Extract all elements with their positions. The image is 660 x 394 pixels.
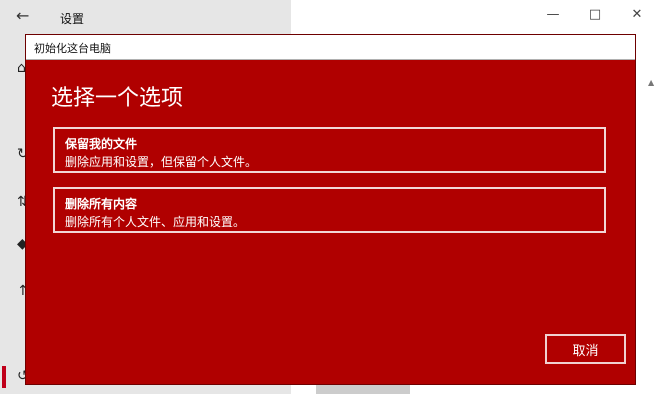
settings-titlebar: ← 设置 — □ ✕ [0,0,660,34]
selected-nav-indicator [2,366,6,388]
dialog-title: 初始化这台电脑 [34,42,111,55]
option-description: 删除所有个人文件、应用和设置。 [65,215,246,229]
close-icon[interactable]: ✕ [627,7,647,22]
option-description: 删除应用和设置，但保留个人文件。 [65,155,258,169]
option-title: 保留我的文件 [65,137,138,151]
cancel-button[interactable]: 取消 [545,334,626,364]
option-title: 删除所有内容 [65,197,138,211]
scroll-up-icon[interactable]: ▲ [648,78,654,87]
settings-title: 设置 [60,12,85,26]
dialog-heading: 选择一个选项 [51,86,184,111]
reset-pc-dialog: 初始化这台电脑 选择一个选项 保留我的文件 删除应用和设置，但保留个人文件。 删… [25,34,636,385]
maximize-icon[interactable]: □ [585,7,605,22]
minimize-icon[interactable]: — [543,7,563,22]
remove-everything-option[interactable]: 删除所有内容 删除所有个人文件、应用和设置。 [53,187,606,233]
dialog-titlebar: 初始化这台电脑 [26,35,635,60]
back-arrow-icon[interactable]: ← [16,6,29,25]
keep-my-files-option[interactable]: 保留我的文件 删除应用和设置，但保留个人文件。 [53,127,606,173]
